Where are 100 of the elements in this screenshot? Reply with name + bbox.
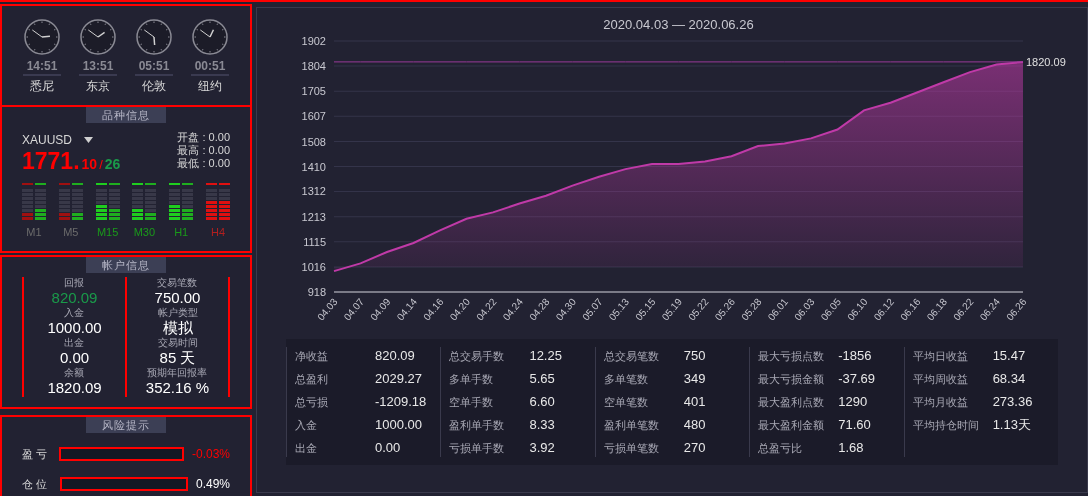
account-label: 交易时间 bbox=[157, 337, 198, 349]
account-value: 1820.09 bbox=[47, 379, 102, 397]
signal-meter-drawing bbox=[206, 183, 230, 220]
stat-value: 2029.27 bbox=[375, 370, 422, 388]
account-label: 余额 bbox=[64, 367, 85, 379]
timeframe-label: H4 bbox=[210, 225, 225, 240]
city-name: 东京 bbox=[86, 77, 110, 94]
stat-label: 最大盈利点数 bbox=[758, 395, 826, 410]
timeframe-label: H1 bbox=[174, 225, 189, 240]
timeframe-label: M5 bbox=[63, 225, 79, 240]
stat-value: 68.34 bbox=[992, 370, 1026, 388]
account-label: 帐户类型 bbox=[157, 307, 198, 319]
stat-value: 270 bbox=[683, 439, 706, 457]
stat-label: 总亏损 bbox=[295, 395, 329, 410]
city-name: 伦敦 bbox=[142, 77, 166, 94]
stat-value: -1856 bbox=[838, 347, 872, 365]
stat-value: 6.60 bbox=[529, 393, 555, 411]
stat-value: 1.13天 bbox=[992, 416, 1031, 434]
signal-meter-drawing bbox=[22, 183, 46, 220]
signal-meter-drawing bbox=[169, 183, 194, 220]
stat-value: 1.68 bbox=[838, 439, 864, 457]
stat-label: 亏损单手数 bbox=[449, 441, 506, 456]
y-axis-label: 1902 bbox=[301, 35, 326, 47]
stat-value: 71.60 bbox=[838, 416, 871, 434]
quote-row: 最低 : 0.00 bbox=[177, 157, 230, 170]
y-axis-label: 1410 bbox=[301, 160, 326, 173]
stat-label: 盈利单手数 bbox=[449, 418, 506, 433]
stat-value: -1209.18 bbox=[375, 393, 427, 411]
timeframe-label: M30 bbox=[133, 225, 156, 240]
price-main: 1771. bbox=[22, 149, 80, 173]
clock-icon bbox=[79, 17, 117, 56]
stat-value: 273.36 bbox=[992, 393, 1033, 411]
current-value-label: 1820.09 bbox=[1026, 55, 1066, 68]
stat-label: 总盈亏比 bbox=[758, 441, 804, 456]
stat-label: 最大盈利金额 bbox=[758, 418, 826, 433]
stat-value: 401 bbox=[683, 393, 706, 411]
stat-value: 349 bbox=[683, 370, 706, 388]
risk-label: 盈 亏 bbox=[22, 446, 49, 462]
clock-time: 14:51 bbox=[22, 57, 62, 76]
stat-value: 480 bbox=[683, 416, 706, 434]
stat-label: 空单笔数 bbox=[603, 395, 649, 410]
clock-time: 00:51 bbox=[190, 57, 230, 76]
stat-label: 出金 bbox=[295, 441, 318, 456]
stat-label: 总盈利 bbox=[295, 372, 329, 387]
stat-value: 5.65 bbox=[529, 370, 555, 388]
account-value: 750.00 bbox=[154, 289, 201, 307]
stat-label: 盈利单笔数 bbox=[603, 418, 660, 433]
clock-time: 05:51 bbox=[134, 57, 174, 76]
city-name: 悉尼 bbox=[30, 77, 54, 94]
panel-title: 风险提示 bbox=[85, 417, 167, 433]
stat-value: 0.00 bbox=[375, 439, 401, 457]
clock-icon bbox=[23, 17, 61, 56]
stat-label: 入金 bbox=[295, 418, 318, 433]
account-value: 352.16 % bbox=[145, 379, 210, 397]
timeframe-label: M15 bbox=[96, 225, 119, 240]
risk-value: -0.03% bbox=[191, 446, 230, 463]
symbol-name: XAUUSD bbox=[22, 132, 72, 149]
account-value: 820.09 bbox=[51, 289, 98, 307]
y-axis-label: 1705 bbox=[301, 85, 326, 98]
account-label: 出金 bbox=[64, 337, 85, 349]
stat-label: 多单手数 bbox=[449, 372, 495, 387]
risk-label: 仓 位 bbox=[22, 476, 49, 492]
account-label: 回报 bbox=[64, 277, 85, 289]
account-value: 模拟 bbox=[162, 319, 193, 337]
stat-label: 平均持仓时间 bbox=[912, 418, 980, 433]
stat-value: 750 bbox=[683, 347, 706, 365]
account-label: 预期年回报率 bbox=[147, 367, 208, 379]
y-axis-label: 1607 bbox=[301, 110, 326, 123]
y-axis-label: 1804 bbox=[301, 60, 326, 72]
stat-label: 多单笔数 bbox=[603, 372, 649, 387]
risk-value: 0.49% bbox=[195, 476, 230, 493]
panel-title: 帐户信息 bbox=[85, 257, 167, 273]
stat-label: 总交易手数 bbox=[449, 349, 506, 364]
stat-label: 平均月收益 bbox=[912, 395, 969, 410]
signal-meter-drawing bbox=[95, 183, 120, 220]
timeframe-label: M1 bbox=[26, 225, 42, 240]
stat-value: 3.92 bbox=[529, 439, 555, 457]
stat-label: 最大亏损金额 bbox=[758, 372, 826, 387]
account-value: 85 天 bbox=[159, 349, 196, 367]
y-axis-label: 918 bbox=[307, 286, 326, 298]
account-label: 交易笔数 bbox=[157, 277, 198, 289]
city-name: 纽约 bbox=[198, 77, 222, 94]
panel-title: 品种信息 bbox=[85, 107, 167, 123]
quote-row: 最高 : 0.00 bbox=[177, 144, 230, 157]
y-axis-label: 1115 bbox=[303, 235, 326, 248]
stat-value: 820.09 bbox=[375, 347, 415, 365]
stat-label: 总交易笔数 bbox=[603, 349, 660, 364]
clock-time: 13:51 bbox=[78, 57, 118, 76]
dropdown-caret-icon[interactable] bbox=[84, 137, 93, 143]
quote-row: 开盘 : 0.00 bbox=[177, 131, 230, 144]
y-axis-label: 1508 bbox=[301, 135, 326, 148]
stat-label: 亏损单笔数 bbox=[603, 441, 660, 456]
price-separator: / bbox=[99, 156, 103, 174]
stat-label: 空单手数 bbox=[449, 395, 495, 410]
stat-value: 15.47 bbox=[992, 347, 1026, 365]
account-value: 0.00 bbox=[59, 349, 90, 367]
stat-value: 1290 bbox=[838, 393, 868, 411]
y-axis-label: 1312 bbox=[301, 185, 326, 198]
clock-icon bbox=[191, 17, 229, 56]
account-label: 入金 bbox=[64, 307, 85, 319]
